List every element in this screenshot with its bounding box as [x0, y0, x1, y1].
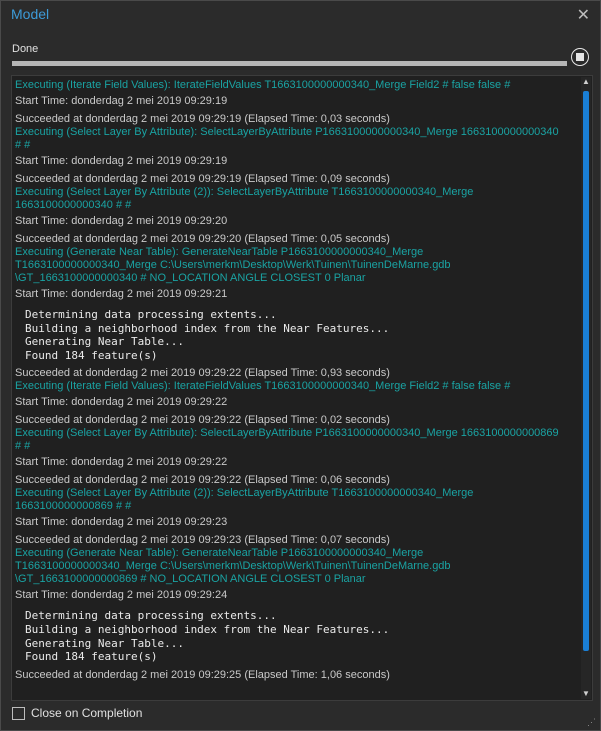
tool-output-block: Determining data processing extents... Bu…	[15, 308, 577, 362]
log-line-executing: Executing (Select Layer By Attribute (2)…	[15, 186, 474, 198]
scroll-up-icon[interactable]: ▲	[581, 77, 591, 87]
resize-grip-icon[interactable]: ⋰	[587, 717, 597, 727]
log-line-executing: Executing (Iterate Field Values): Iterat…	[15, 380, 511, 393]
stop-square	[576, 53, 584, 61]
log-line-message: Succeeded at donderdag 2 mei 2019 09:29:…	[15, 367, 390, 380]
log-content: Executing (Iterate Field Values): Iterat…	[15, 79, 577, 682]
scrollbar-thumb[interactable]	[583, 91, 589, 651]
log-line-executing: Executing (Iterate Field Values): Iterat…	[15, 79, 511, 91]
tool-output-line: Determining data processing extents...	[25, 609, 277, 623]
log-line-executing: 1663100000000869 # #	[15, 500, 132, 513]
close-on-completion-checkbox[interactable]	[12, 706, 25, 720]
log-line-executing: Executing (Generate Near Table): Generat…	[15, 246, 424, 258]
log-line-executing: T1663100000000340_Merge C:\Users\merkm\D…	[15, 259, 451, 271]
log-line-executing: 1663100000000340 # #	[15, 199, 132, 211]
tool-output-line: Building a neighborhood index from the N…	[25, 321, 390, 335]
progress-fill	[12, 61, 567, 66]
log-line-executing: Executing (Generate Near Table): Generat…	[15, 547, 424, 560]
log-line-message: Start Time: donderdag 2 mei 2019 09:29:2…	[15, 396, 228, 409]
tool-output-line: Found 184 feature(s)	[25, 650, 158, 664]
log-line-executing: \GT_1663100000000869 # NO_LOCATION ANGLE…	[15, 573, 366, 586]
log-line-executing: # #	[15, 139, 31, 151]
log-line-executing: \GT_1663100000000340 # NO_LOCATION ANGLE…	[15, 272, 366, 284]
log-line-executing: # #	[15, 440, 31, 453]
message-log[interactable]: Executing (Iterate Field Values): Iterat…	[11, 75, 593, 701]
tool-output-block: Determining data processing extents... Bu…	[15, 609, 577, 663]
tool-output-line: Generating Near Table...	[25, 636, 184, 650]
tool-output-line: Building a neighborhood index from the N…	[25, 622, 390, 636]
log-line-message: Succeeded at donderdag 2 mei 2019 09:29:…	[15, 173, 390, 185]
stop-icon[interactable]	[571, 48, 589, 66]
log-line-message: Succeeded at donderdag 2 mei 2019 09:29:…	[15, 668, 390, 681]
tool-output-line: Determining data processing extents...	[25, 308, 277, 321]
log-line-message: Start Time: donderdag 2 mei 2019 09:29:1…	[15, 95, 228, 107]
log-line-message: Start Time: donderdag 2 mei 2019 09:29:1…	[15, 155, 228, 167]
log-line-executing: Executing (Select Layer By Attribute (2)…	[15, 487, 474, 500]
title-bar[interactable]: Model ✕	[1, 1, 600, 31]
log-line-message: Start Time: donderdag 2 mei 2019 09:29:2…	[15, 516, 228, 529]
log-line-executing: Executing (Select Layer By Attribute): S…	[15, 126, 559, 138]
log-line-executing: Executing (Select Layer By Attribute): S…	[15, 427, 559, 440]
log-line-message: Start Time: donderdag 2 mei 2019 09:29:2…	[15, 456, 228, 469]
log-line-executing: T1663100000000340_Merge C:\Users\merkm\D…	[15, 560, 451, 573]
log-line-message: Start Time: donderdag 2 mei 2019 09:29:2…	[15, 288, 228, 300]
log-line-message: Succeeded at donderdag 2 mei 2019 09:29:…	[15, 474, 390, 487]
log-line-message: Succeeded at donderdag 2 mei 2019 09:29:…	[15, 534, 390, 547]
log-line-message: Start Time: donderdag 2 mei 2019 09:29:2…	[15, 215, 228, 227]
scroll-down-icon[interactable]: ▼	[581, 689, 591, 699]
close-on-completion-label: Close on Completion	[31, 706, 143, 720]
log-line-message: Succeeded at donderdag 2 mei 2019 09:29:…	[15, 113, 390, 125]
status-text: Done	[12, 43, 39, 55]
log-line-message: Start Time: donderdag 2 mei 2019 09:29:2…	[15, 589, 228, 602]
tool-output-line: Found 184 feature(s)	[25, 348, 158, 362]
close-on-completion[interactable]: Close on Completion	[12, 706, 142, 720]
tool-output-line: Generating Near Table...	[25, 335, 184, 349]
vertical-scrollbar[interactable]: ▲ ▼	[581, 77, 591, 699]
model-dialog: Model ✕ Done Executing (Iterate Field Va…	[0, 0, 601, 731]
close-icon[interactable]: ✕	[577, 5, 590, 25]
log-line-message: Succeeded at donderdag 2 mei 2019 09:29:…	[15, 233, 390, 245]
progress-bar	[12, 61, 567, 66]
log-line-message: Succeeded at donderdag 2 mei 2019 09:29:…	[15, 414, 390, 427]
window-title: Model	[11, 6, 50, 22]
